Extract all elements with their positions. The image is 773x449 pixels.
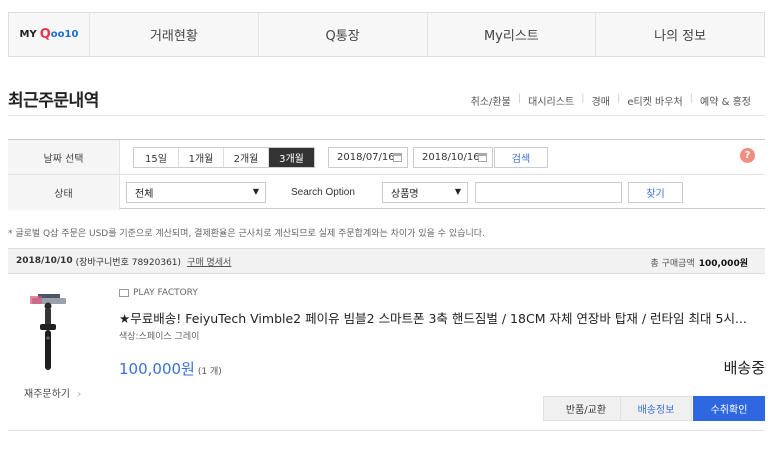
search-input[interactable] — [475, 182, 622, 203]
cart-number: (장바구니번호 78920361) — [75, 257, 182, 268]
chevron-right-icon: › — [77, 389, 82, 400]
link-eticket[interactable]: e티켓 바우처 — [627, 93, 682, 108]
delivery-status: 배송중 — [723, 359, 765, 377]
date-to-field[interactable]: 2018/10/16 — [413, 147, 493, 168]
status-select-value: 전체 — [135, 189, 154, 200]
top-nav: MY Q oo10 거래현황 Q통장 My리스트 나의 정보 — [8, 12, 765, 57]
date-filter-row: 날짜 선택 15일 1개월 2개월 3개월 2018/07/16 2018/10… — [8, 140, 765, 175]
period-3m[interactable]: 3개월 — [269, 148, 314, 167]
search-button[interactable]: 검색 — [494, 147, 548, 168]
logo-rest: oo10 — [50, 29, 79, 40]
nav-item-my-list[interactable]: My리스트 — [426, 13, 596, 56]
order-divider — [8, 430, 765, 431]
gimbal-product-image[interactable] — [18, 290, 78, 376]
link-auction[interactable]: 경매 — [592, 93, 610, 108]
calendar-icon[interactable] — [393, 153, 402, 162]
status-filter-row: 상태 전체 ▼ Search Option 상품명 ▼ 찾기 — [8, 175, 765, 210]
link-wishlist[interactable]: 대시리스트 — [528, 93, 574, 108]
search-option-select[interactable]: 상품명 ▼ — [382, 182, 468, 203]
price-value: 100,000원 — [119, 360, 195, 378]
date-from-field[interactable]: 2018/07/16 — [328, 147, 408, 168]
find-button[interactable]: 찾기 — [628, 182, 683, 203]
status-select[interactable]: 전체 ▼ — [126, 182, 266, 203]
title-divider — [8, 115, 765, 116]
seller-name[interactable]: PLAY FACTORY — [119, 288, 198, 298]
help-icon[interactable]: ? — [740, 148, 755, 163]
order-total-label: 총 구매금액 — [650, 259, 695, 269]
nav-item-my-info[interactable]: 나의 정보 — [595, 13, 764, 56]
qoo10-logo[interactable]: MY Q oo10 — [9, 13, 89, 56]
period-selector: 15일 1개월 2개월 3개월 — [133, 147, 315, 168]
order-date: 2018/10/10 — [16, 256, 73, 266]
return-exchange-button[interactable]: 반품/교환 — [543, 396, 629, 421]
search-option-label: Search Option — [291, 187, 355, 198]
period-1m[interactable]: 1개월 — [179, 148, 224, 167]
divider: | — [517, 93, 522, 104]
logo-q: Q — [39, 27, 51, 42]
divider: | — [581, 93, 585, 104]
order-header: 2018/10/10 (장바구니번호 78920361) 구매 명세서 총 구매… — [8, 248, 765, 274]
search-option-value: 상품명 — [391, 189, 419, 200]
calendar-icon[interactable] — [478, 153, 487, 162]
shop-home-icon — [119, 289, 129, 297]
period-15d[interactable]: 15일 — [134, 148, 179, 167]
divider: | — [689, 93, 694, 104]
link-reservation[interactable]: 예약 & 홍정 — [700, 93, 751, 108]
quicklinks: 취소/환불 | 대시리스트 | 경매 | e티켓 바우처 | 예약 & 홍정 — [471, 93, 751, 108]
date-to-value: 2018/10/16 — [422, 152, 480, 163]
caret-down-icon: ▼ — [252, 187, 259, 196]
reorder-label: 재주문하기 — [24, 389, 70, 400]
product-price: 100,000원 (1 개) — [119, 358, 222, 379]
confirm-receipt-button[interactable]: 수취확인 — [693, 396, 765, 421]
seller-label: PLAY FACTORY — [133, 288, 198, 298]
usd-notice: * 글로벌 Q삽 주문은 USD를 기준으로 계산되며, 결제환율은 근사치로 … — [8, 229, 485, 239]
date-from-value: 2018/07/16 — [337, 152, 395, 163]
order-total: 총 구매금액 100,000원 — [650, 256, 751, 269]
product-title[interactable]: ★무료배송! FeiyuTech Vimble2 페이유 빔블2 스마트폰 3축… — [119, 308, 751, 327]
filter-panel: 날짜 선택 15일 1개월 2개월 3개월 2018/07/16 2018/10… — [8, 139, 765, 210]
product-option: 색상:스페이스 그레이 — [119, 332, 200, 342]
link-cancel-refund[interactable]: 취소/환불 — [471, 93, 511, 108]
reorder-link[interactable]: 재주문하기 › — [24, 385, 81, 400]
date-label: 날짜 선택 — [8, 140, 120, 174]
nav-item-q-account[interactable]: Q통장 — [257, 13, 427, 56]
divider: | — [616, 93, 621, 104]
logo-my: MY — [19, 29, 37, 40]
status-label: 상태 — [8, 175, 120, 210]
period-2m[interactable]: 2개월 — [224, 148, 269, 167]
page-title: 최근주문내역 — [8, 91, 99, 111]
receipt-link[interactable]: 구매 명세서 — [187, 255, 231, 268]
caret-down-icon: ▼ — [454, 187, 461, 196]
shipping-info-button[interactable]: 배송정보 — [620, 396, 692, 421]
order-total-value: 100,000원 — [698, 259, 748, 269]
nav-item-transactions[interactable]: 거래현황 — [89, 13, 258, 56]
quantity: (1 개) — [197, 367, 222, 377]
